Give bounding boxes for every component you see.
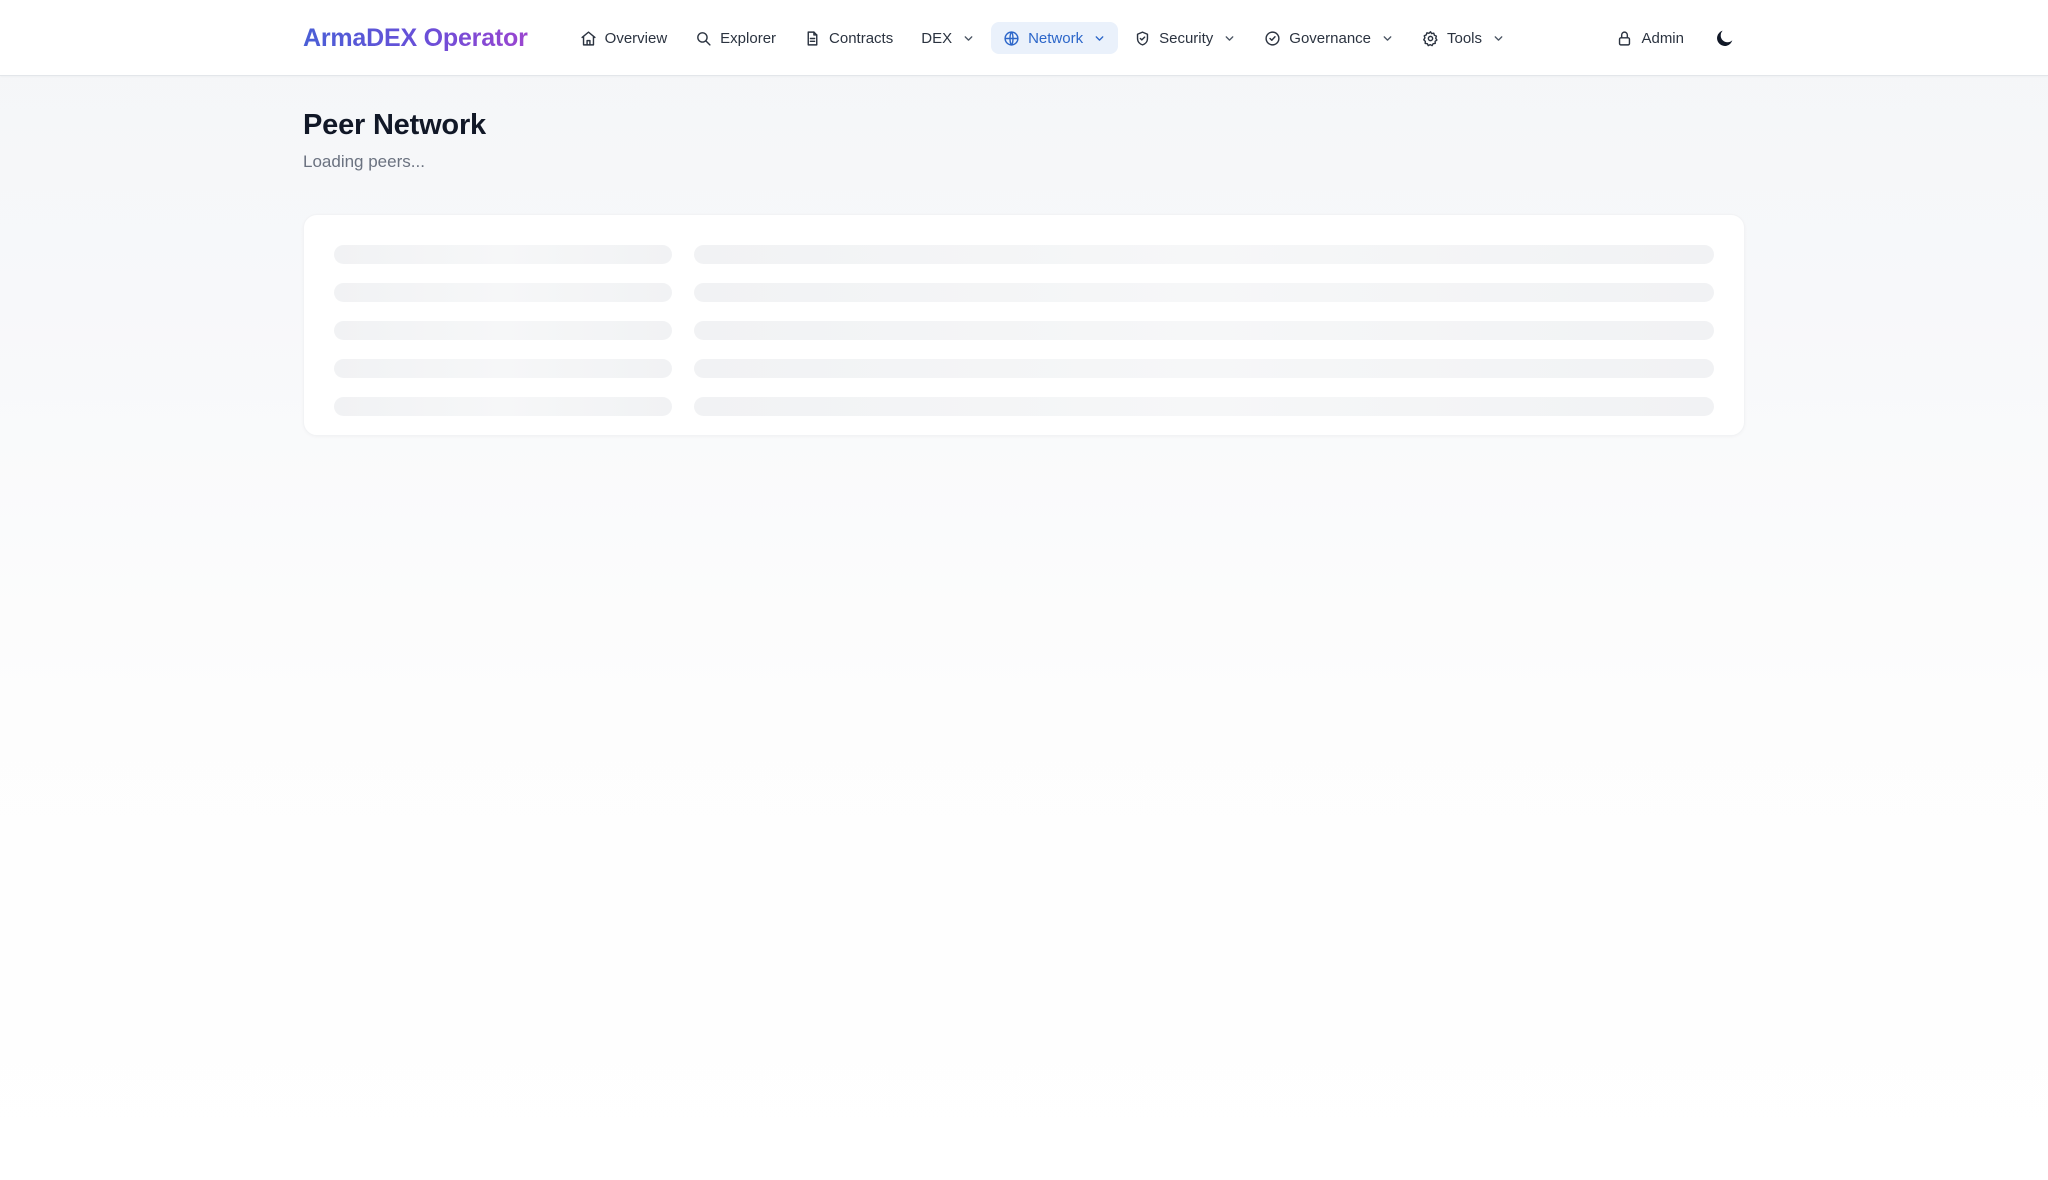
check-circle-icon — [1265, 30, 1280, 46]
nav-item-label: DEX — [921, 29, 953, 47]
home-icon — [581, 30, 596, 46]
skeleton-cell — [334, 245, 672, 264]
skeleton-cell — [334, 321, 672, 340]
skeleton-row — [334, 321, 1714, 341]
chevron-down-icon — [1494, 35, 1503, 41]
theme-toggle-button[interactable] — [1714, 27, 1736, 49]
skeleton-row — [334, 245, 1714, 265]
lock-icon — [1619, 30, 1631, 46]
chevron-down-icon — [964, 35, 973, 41]
skeleton-cell — [334, 283, 672, 302]
nav-item-label: Governance — [1289, 29, 1371, 47]
skeleton-row — [334, 359, 1714, 379]
globe-icon — [1004, 30, 1019, 46]
shield-icon — [1136, 30, 1149, 46]
nav-item-label: Contracts — [829, 29, 894, 47]
admin-label: Admin — [1641, 29, 1684, 47]
nav-item-overview[interactable]: Overview — [568, 22, 680, 54]
nav-item-label: Network — [1028, 29, 1084, 47]
main-content: Peer Network Loading peers... — [303, 76, 1745, 436]
main-nav: Overview Explorer Contracts DEX Network — [568, 22, 1617, 54]
chevron-down-icon — [1095, 35, 1104, 41]
skeleton-cell — [694, 397, 1714, 416]
nav-item-contracts[interactable]: Contracts — [792, 22, 905, 54]
nav-item-network[interactable]: Network — [991, 22, 1119, 54]
nav-item-governance[interactable]: Governance — [1252, 22, 1406, 54]
nav-item-explorer[interactable]: Explorer — [683, 22, 788, 54]
nav-item-label: Explorer — [720, 29, 777, 47]
skeleton-cell — [694, 283, 1714, 302]
moon-icon — [1717, 30, 1733, 46]
gear-icon — [1423, 30, 1438, 46]
nav-item-security[interactable]: Security — [1122, 22, 1248, 54]
skeleton-row — [334, 397, 1714, 417]
chevron-down-icon — [1225, 35, 1234, 41]
nav-item-label: Overview — [604, 29, 668, 47]
nav-item-label: Security — [1159, 29, 1214, 47]
top-navigation-bar: ArmaDEX Operator Overview Explorer Contr… — [0, 0, 2048, 76]
chevron-down-icon — [1383, 35, 1392, 41]
skeleton-cell — [694, 321, 1714, 340]
page-title: Peer Network — [303, 109, 486, 141]
skeleton-row — [334, 283, 1714, 303]
nav-item-tools[interactable]: Tools — [1410, 22, 1517, 54]
header-actions: Admin — [1616, 27, 1736, 49]
search-icon — [697, 31, 711, 46]
skeleton-cell — [694, 359, 1714, 378]
skeleton-cell — [334, 397, 672, 416]
nav-item-label: Tools — [1447, 29, 1483, 47]
skeleton-cell — [334, 359, 672, 378]
admin-button[interactable]: Admin — [1616, 30, 1684, 47]
peers-loading-skeleton — [303, 214, 1745, 436]
skeleton-cell — [694, 245, 1714, 264]
top-navigation-inner: ArmaDEX Operator Overview Explorer Contr… — [303, 0, 1736, 76]
page-subtitle: Loading peers... — [303, 152, 425, 171]
brand-logo[interactable]: ArmaDEX Operator — [303, 24, 528, 53]
document-icon — [807, 30, 818, 46]
nav-item-dex[interactable]: DEX — [909, 22, 987, 54]
